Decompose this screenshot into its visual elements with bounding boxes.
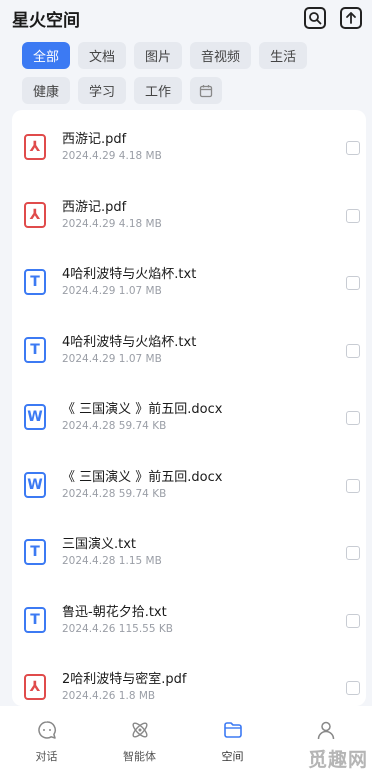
file-meta: 2024.4.29 4.18 MB — [62, 150, 162, 162]
tab-folder[interactable]: 空间 — [186, 706, 279, 776]
file-row[interactable]: T 4哈利波特与火焰杯.txt 2024.4.29 1.07 MB — [12, 313, 366, 381]
txt-file-icon: T — [24, 336, 46, 363]
filter-chip[interactable]: 音视频 — [190, 42, 252, 69]
file-meta: 2024.4.29 1.07 MB — [62, 285, 162, 297]
profile-icon — [314, 718, 338, 742]
doc-file-icon: W — [24, 404, 46, 430]
file-list: ⅄ 西游记.pdf 2024.4.29 4.18 MB ⅄ 西游记.pdf 2024.4.… — [12, 110, 366, 706]
pdf-file-icon: ⅄ — [24, 674, 46, 700]
select-checkbox[interactable] — [346, 343, 360, 358]
tab-atom[interactable]: 智能体 — [93, 706, 186, 776]
file-meta: 2024.4.26 1.8 MB — [62, 690, 155, 702]
file-meta: 2024.4.26 115.55 KB — [62, 623, 173, 635]
file-name: 4哈利波特与火焰杯.txt — [62, 267, 197, 282]
file-size: 1.07 MB — [118, 352, 162, 365]
file-date: 2024.4.28 — [62, 420, 116, 432]
select-checkbox[interactable] — [346, 478, 360, 493]
tab-label: 智能体 — [123, 750, 156, 763]
file-row[interactable]: ⅄ 2哈利波特与密室.pdf 2024.4.26 1.8 MB — [12, 650, 366, 706]
file-row[interactable]: W 《 三国演义 》前五回.docx 2024.4.28 59.74 KB — [12, 380, 366, 448]
file-meta: 2024.4.28 59.74 KB — [62, 420, 166, 432]
file-size: 115.55 KB — [118, 622, 173, 635]
filter-chip[interactable]: 全部 — [22, 42, 71, 69]
select-checkbox[interactable] — [346, 276, 360, 290]
top-bar: 星火空间 — [0, 0, 372, 36]
file-size: 1.15 MB — [118, 555, 162, 567]
file-name: 鲁迅-朝花夕拾.txt — [62, 604, 167, 620]
file-name: 4哈利波特与火焰杯.txt — [62, 334, 197, 350]
file-date: 2024.4.29 — [62, 285, 116, 297]
file-name: 西游记.pdf — [62, 132, 127, 147]
file-size: 59.74 KB — [118, 487, 167, 500]
file-row[interactable]: ⅄ 西游记.pdf 2024.4.29 4.18 MB — [12, 178, 366, 246]
page-title: 星火空间 — [12, 10, 80, 31]
filter-chip[interactable]: 学习 — [78, 77, 127, 104]
file-name: 西游记.pdf — [62, 199, 127, 215]
tab-label: 空间 — [221, 750, 244, 763]
file-name: 《 三国演义 》前五回.docx — [62, 402, 223, 417]
file-size: 59.74 KB — [118, 420, 167, 432]
file-date: 2024.4.26 — [62, 690, 116, 702]
filter-chip[interactable]: 工作 — [134, 77, 183, 104]
date-filter-button[interactable] — [190, 77, 223, 104]
filter-chip[interactable]: 健康 — [22, 77, 71, 104]
filter-chip[interactable]: 图片 — [134, 42, 183, 69]
file-size: 4.18 MB — [118, 150, 162, 162]
file-name: 《 三国演义 》前五回.docx — [62, 469, 223, 485]
file-meta: 2024.4.28 59.74 KB — [62, 488, 166, 500]
upload-button[interactable] — [340, 7, 362, 29]
watermark: 觅趣网 — [307, 749, 368, 771]
file-meta: 2024.4.28 1.15 MB — [62, 555, 162, 567]
select-checkbox[interactable] — [346, 141, 360, 155]
txt-file-icon: T — [24, 269, 46, 295]
file-name: 三国演义.txt — [62, 537, 137, 552]
filter-chip[interactable]: 生活 — [259, 42, 308, 69]
doc-file-icon: W — [24, 471, 46, 498]
category-filters: 全部 文档 图片 音视频 生活健康 学习 工作 — [22, 42, 362, 104]
file-size: 1.8 MB — [118, 690, 156, 702]
file-row[interactable]: W 《 三国演义 》前五回.docx 2024.4.28 59.74 KB — [12, 448, 366, 516]
upload-icon — [346, 12, 356, 24]
txt-file-icon: T — [24, 606, 46, 633]
chat-icon — [35, 718, 59, 742]
atom-icon — [128, 718, 152, 742]
select-checkbox[interactable] — [346, 411, 360, 425]
tab-chat[interactable]: 对话 — [0, 706, 93, 776]
txt-file-icon: T — [24, 539, 46, 565]
tab-label: 对话 — [35, 750, 58, 763]
file-date: 2024.4.29 — [62, 217, 116, 230]
file-row[interactable]: T 4哈利波特与火焰杯.txt 2024.4.29 1.07 MB — [12, 245, 366, 313]
search-button[interactable] — [304, 7, 326, 29]
file-date: 2024.4.28 — [62, 487, 116, 500]
search-icon — [309, 12, 322, 25]
file-row[interactable]: T 三国演义.txt 2024.4.28 1.15 MB — [12, 515, 366, 583]
pdf-file-icon: ⅄ — [24, 134, 46, 160]
file-name: 2哈利波特与密室.pdf — [62, 672, 187, 687]
file-meta: 2024.4.29 4.18 MB — [62, 218, 162, 230]
file-date: 2024.4.29 — [62, 352, 116, 365]
folder-icon — [221, 718, 245, 742]
filter-chip[interactable]: 文档 — [78, 42, 127, 69]
pdf-file-icon: ⅄ — [24, 201, 46, 228]
select-checkbox[interactable] — [346, 613, 360, 628]
select-checkbox[interactable] — [346, 208, 360, 223]
select-checkbox[interactable] — [346, 681, 360, 695]
file-meta: 2024.4.29 1.07 MB — [62, 353, 162, 365]
file-row[interactable]: ⅄ 西游记.pdf 2024.4.29 4.18 MB — [12, 110, 366, 178]
file-size: 4.18 MB — [118, 217, 162, 230]
calendar-icon — [199, 84, 213, 97]
file-size: 1.07 MB — [118, 285, 162, 297]
file-row[interactable]: T 鲁迅-朝花夕拾.txt 2024.4.26 115.55 KB — [12, 583, 366, 651]
select-checkbox[interactable] — [346, 546, 360, 560]
file-date: 2024.4.29 — [62, 150, 116, 162]
file-date: 2024.4.26 — [62, 622, 116, 635]
file-date: 2024.4.28 — [62, 555, 116, 567]
